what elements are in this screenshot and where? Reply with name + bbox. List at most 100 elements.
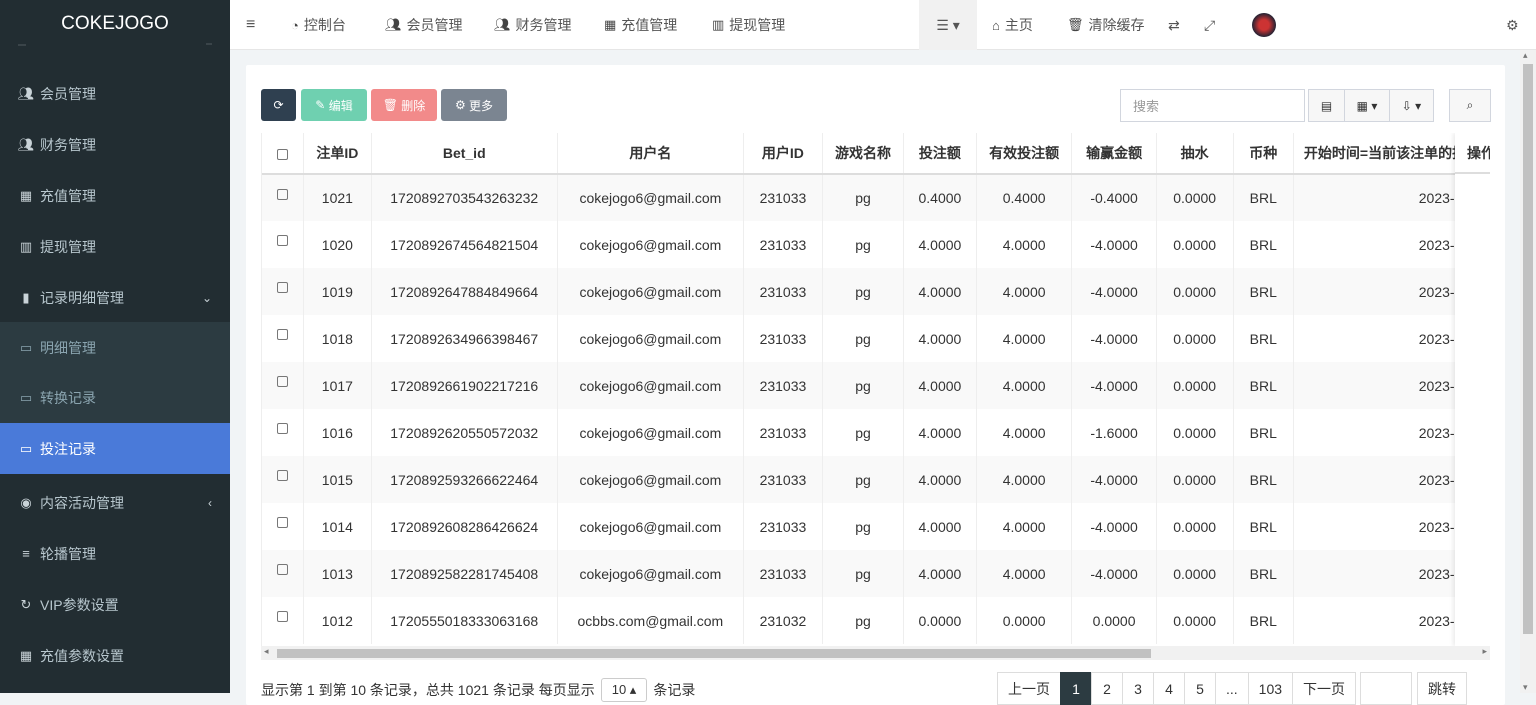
sidebar-item-1[interactable]: 👥︎ 财务管理 <box>0 119 230 170</box>
page-button[interactable]: 2 <box>1091 672 1123 705</box>
sidebar-item-11[interactable]: ▦ 充值参数设置 <box>0 630 230 681</box>
page-button[interactable]: 5 <box>1184 672 1216 705</box>
page-button[interactable]: 4 <box>1153 672 1185 705</box>
row-checkbox[interactable] <box>262 409 305 456</box>
select-all-checkbox[interactable] <box>262 133 305 175</box>
table-cell: cokejogo6@gmail.com <box>557 362 744 409</box>
sidebar-item-5[interactable]: ▭ 明细管理 <box>0 322 230 373</box>
sidebar-item-10[interactable]: ↻ VIP参数设置 <box>0 579 230 630</box>
row-checkbox[interactable] <box>262 221 305 268</box>
row-checkbox[interactable] <box>262 597 305 644</box>
table-cell: 1020 <box>303 221 372 268</box>
col-header[interactable]: 用户名 <box>557 133 744 175</box>
table-cell: BRL <box>1233 221 1294 268</box>
topnav-finance[interactable]: 👥︎ 财务管理 <box>494 0 572 50</box>
refresh-icon: ⟳ <box>273 98 284 112</box>
table-cell: pg <box>822 174 905 221</box>
table-cell: 0.0000 <box>1156 503 1234 550</box>
row-checkbox[interactable] <box>262 268 305 315</box>
refresh-button[interactable]: ⟳ <box>261 89 296 121</box>
table-row[interactable]: 1016 1720892620550572032 cokejogo6@gmail.c… <box>262 409 1490 456</box>
jump-page-input[interactable] <box>1360 672 1413 705</box>
fullscreen-icon[interactable]: ⤢ <box>1204 0 1215 50</box>
topnav-recharge[interactable]: ▦ 充值管理 <box>604 0 677 50</box>
table-row[interactable]: 1017 1720892661902217216 cokejogo6@gmail.c… <box>262 362 1490 409</box>
columns-icon: ▦ ▾ <box>1356 98 1378 113</box>
export-button[interactable]: ⇩ ▾ <box>1389 89 1434 122</box>
horizontal-scrollbar[interactable]: ◂ ▸ <box>261 646 1490 660</box>
pagination-summary: 显示第 1 到第 10 条记录，总共 1021 条记录 每页显示 10 ▴ 条记… <box>261 678 695 702</box>
col-header[interactable]: 投注额 <box>903 133 977 175</box>
table-cell: BRL <box>1233 597 1294 644</box>
topnav-list-dropdown[interactable]: ☰ ▾ <box>919 0 977 50</box>
col-header[interactable]: 币种 <box>1233 133 1294 175</box>
table-cell: BRL <box>1233 268 1294 315</box>
table-cell: 231033 <box>743 456 823 503</box>
topnav-home[interactable]: ⌂ 主页 <box>992 0 1033 50</box>
jump-button[interactable]: 跳转 <box>1417 672 1468 705</box>
row-checkbox[interactable] <box>262 362 305 409</box>
page-size-select[interactable]: 10 ▴ <box>600 678 648 702</box>
table-row[interactable]: 1013 1720892582281745408 cokejogo6@gmail.c… <box>262 550 1490 597</box>
more-button[interactable]: ⚙ 更多 <box>441 89 507 121</box>
users-icon: 👥︎ <box>385 17 402 32</box>
col-header[interactable]: 抽水 <box>1156 133 1234 175</box>
sidebar-item-2[interactable]: ▦ 充值管理 <box>0 170 230 221</box>
table-row[interactable]: 1015 1720892593266622464 cokejogo6@gmail.c… <box>262 456 1490 503</box>
table-cell: -4.0000 <box>1071 456 1157 503</box>
col-header[interactable]: 游戏名称 <box>822 133 905 175</box>
col-header[interactable]: Bet_id <box>371 133 558 175</box>
row-checkbox[interactable] <box>262 550 305 597</box>
sidebar-item-4[interactable]: ▮ 记录明细管理 ⌄ <box>0 272 230 323</box>
table-row[interactable]: 1019 1720892647884849664 cokejogo6@gmail.c… <box>262 268 1490 315</box>
table-cell: BRL <box>1233 456 1294 503</box>
search-button[interactable]: ⌕ <box>1449 89 1491 122</box>
topnav-dashboard[interactable]: ◔ 控制台 <box>291 0 346 50</box>
columns-button[interactable]: ▦ ▾ <box>1344 89 1390 122</box>
table-row[interactable]: 1021 1720892703543263232 cokejogo6@gmail.c… <box>262 174 1490 221</box>
toggle-view-button[interactable]: ▤ <box>1308 89 1345 122</box>
row-checkbox[interactable] <box>262 315 305 362</box>
row-checkbox[interactable] <box>262 456 305 503</box>
col-header[interactable]: 输赢金额 <box>1071 133 1157 175</box>
page-button[interactable]: 3 <box>1122 672 1154 705</box>
translate-icon[interactable]: ⇄ <box>1168 0 1180 50</box>
table-row[interactable]: 1018 1720892634966398467 cokejogo6@gmail.c… <box>262 315 1490 362</box>
settings-gear-icon[interactable]: ⚙ <box>1506 0 1519 50</box>
app-logo[interactable]: COKEJOGO <box>0 0 230 50</box>
table-row[interactable]: 1020 1720892674564821504 cokejogo6@gmail.c… <box>262 221 1490 268</box>
table-cell: 0.0000 <box>903 597 977 644</box>
prev-page-button[interactable]: 上一页 <box>997 672 1061 705</box>
table-cell: 1012 <box>303 597 372 644</box>
table-row[interactable]: 1014 1720892608286426624 cokejogo6@gmail.c… <box>262 503 1490 550</box>
menu-toggle-icon[interactable]: ≡ <box>246 0 255 50</box>
sidebar-item-7[interactable]: ▭ 投注记录 <box>0 423 230 474</box>
search-input[interactable]: 搜索 <box>1120 89 1305 122</box>
sidebar-item-6[interactable]: ▭ 转换记录 <box>0 372 230 423</box>
col-header[interactable]: 注单ID <box>303 133 372 175</box>
sidebar-item-9[interactable]: ≡ 轮播管理 <box>0 528 230 579</box>
vertical-scrollbar[interactable]: ▴ ▾ <box>1520 50 1536 693</box>
table-cell: 4.0000 <box>976 409 1073 456</box>
sidebar-item-3[interactable]: ▥ 提现管理 <box>0 221 230 272</box>
col-header[interactable]: 用户ID <box>743 133 823 175</box>
table-cell: 0.0000 <box>1156 362 1234 409</box>
topnav-withdraw[interactable]: ▥ 提现管理 <box>712 0 785 50</box>
page-button[interactable]: 1 <box>1060 672 1092 705</box>
table-header-row: 注单ID Bet_id 用户名 用户ID 游戏名称 投注额 有效投注额 输赢金额… <box>262 133 1490 175</box>
row-checkbox[interactable] <box>262 174 305 221</box>
topnav-clear-cache[interactable]: 🗑︎ 清除缓存 <box>1067 0 1145 50</box>
delete-button[interactable]: 🗑︎ 删除 <box>371 89 437 121</box>
page-button[interactable]: 103 <box>1247 672 1294 705</box>
edit-button[interactable]: ✎ 编辑 <box>301 89 367 121</box>
col-header[interactable]: 有效投注额 <box>976 133 1073 175</box>
sidebar-item-8[interactable]: ◉ 内容活动管理 ‹ <box>0 477 230 528</box>
topnav-members[interactable]: 👥︎ 会员管理 <box>385 0 463 50</box>
next-page-button[interactable]: 下一页 <box>1292 672 1357 705</box>
table-row[interactable]: 1012 1720555018333063168 ocbbs.com@gmail.c… <box>262 597 1490 644</box>
avatar[interactable] <box>1252 0 1276 50</box>
sidebar-item-0[interactable]: 👥︎ 会员管理 <box>0 68 230 119</box>
row-checkbox[interactable] <box>262 503 305 550</box>
page-button[interactable]: ... <box>1215 672 1249 705</box>
users-icon: 👥︎ <box>17 136 35 152</box>
